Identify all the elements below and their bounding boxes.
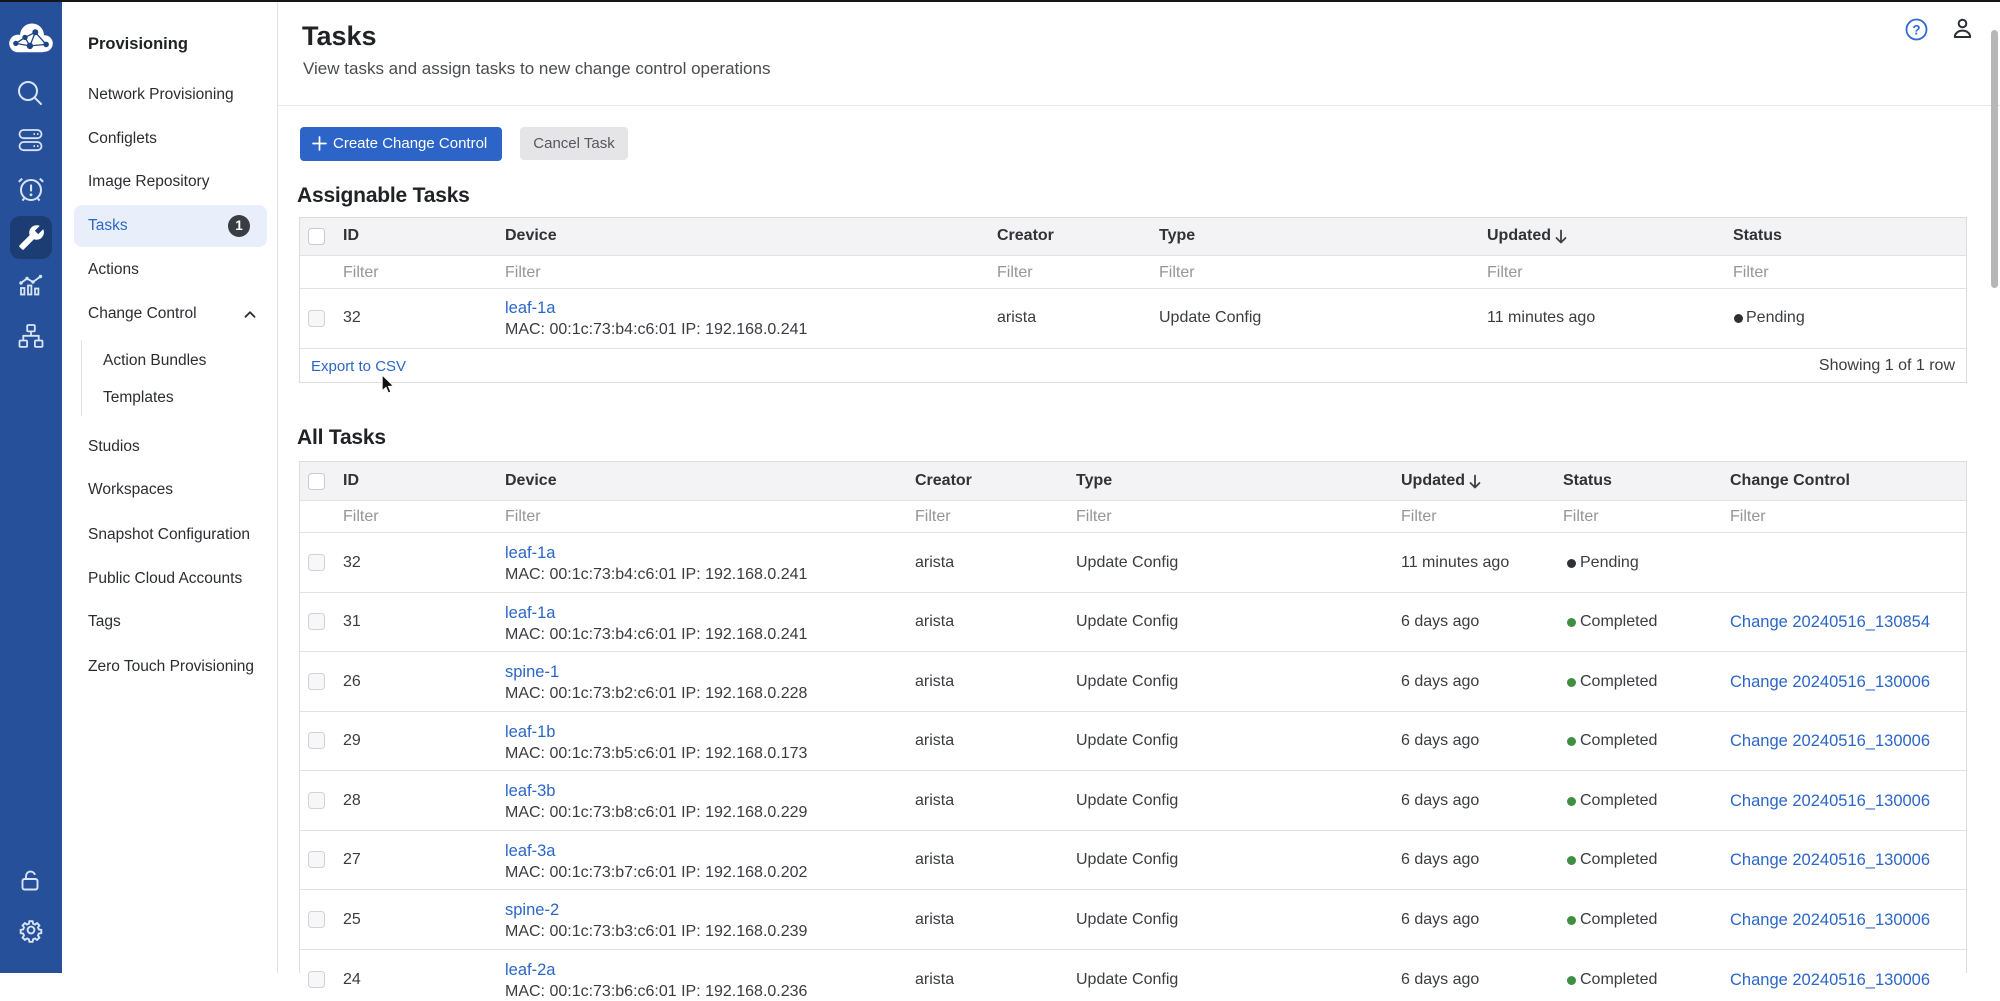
svg-text:?: ?: [1912, 22, 1920, 37]
